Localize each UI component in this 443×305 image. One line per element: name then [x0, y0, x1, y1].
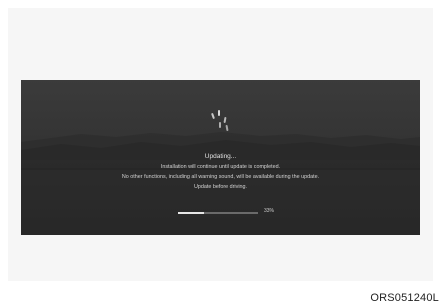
progress-bar [178, 212, 258, 214]
update-screen: Updating... Installation will continue u… [21, 80, 420, 235]
update-title: Updating... [204, 153, 237, 160]
figure-caption-code: ORS051240L [370, 292, 439, 304]
figure-frame: Updating... Installation will continue u… [0, 0, 443, 305]
progress-percent-label: 33% [264, 208, 275, 214]
progress-bar-fill [178, 212, 205, 214]
update-message-line-3: Update before driving. [193, 184, 248, 190]
update-message-line-2: No other functions, including all warnin… [121, 174, 320, 180]
loading-spinner-icon [209, 110, 233, 134]
update-message-line-1: Installation will continue until update … [160, 164, 281, 170]
